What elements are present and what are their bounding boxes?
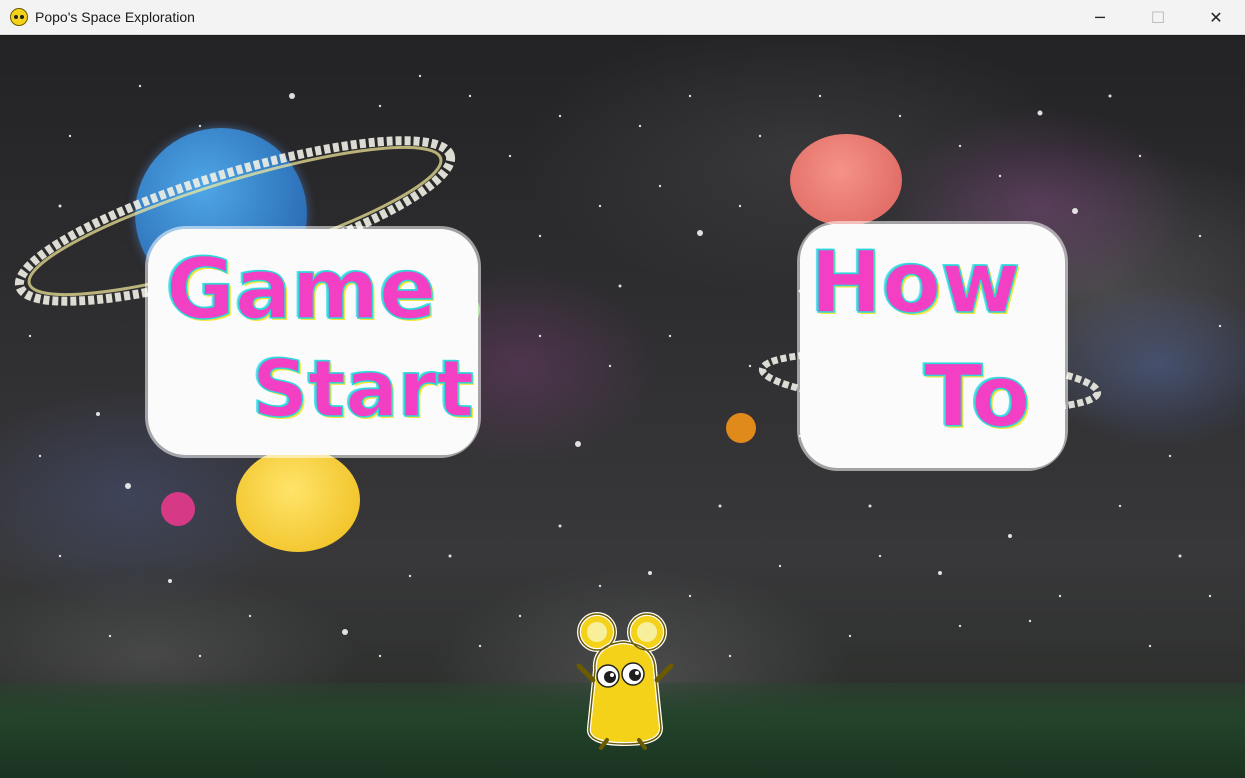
minimize-button[interactable]: ─ — [1071, 0, 1129, 35]
game-start-button[interactable]: Game Start — [148, 229, 478, 455]
popo-icon — [10, 8, 28, 26]
maximize-button[interactable]: ☐ — [1129, 0, 1187, 35]
red-planet — [790, 134, 902, 226]
orange-planet — [726, 413, 756, 443]
title-bar[interactable]: Popo's Space Exploration ─ ☐ ✕ — [0, 0, 1245, 35]
how-to-label-line1: How — [809, 233, 1021, 333]
how-to-label-line2: To — [923, 347, 1031, 447]
window-title: Popo's Space Exploration — [35, 9, 195, 25]
game-canvas: Game Start How To — [0, 36, 1245, 778]
how-to-button[interactable]: How To — [800, 224, 1065, 468]
yellow-planet — [236, 448, 360, 552]
close-button[interactable]: ✕ — [1187, 0, 1245, 35]
game-window: Popo's Space Exploration ─ ☐ ✕ Game Star… — [0, 0, 1245, 778]
magenta-planet — [161, 492, 195, 526]
popo-character[interactable] — [575, 610, 675, 750]
game-start-label-line1: Game — [165, 240, 437, 338]
game-start-label-line2: Start — [251, 345, 474, 435]
window-controls: ─ ☐ ✕ — [1071, 0, 1245, 35]
